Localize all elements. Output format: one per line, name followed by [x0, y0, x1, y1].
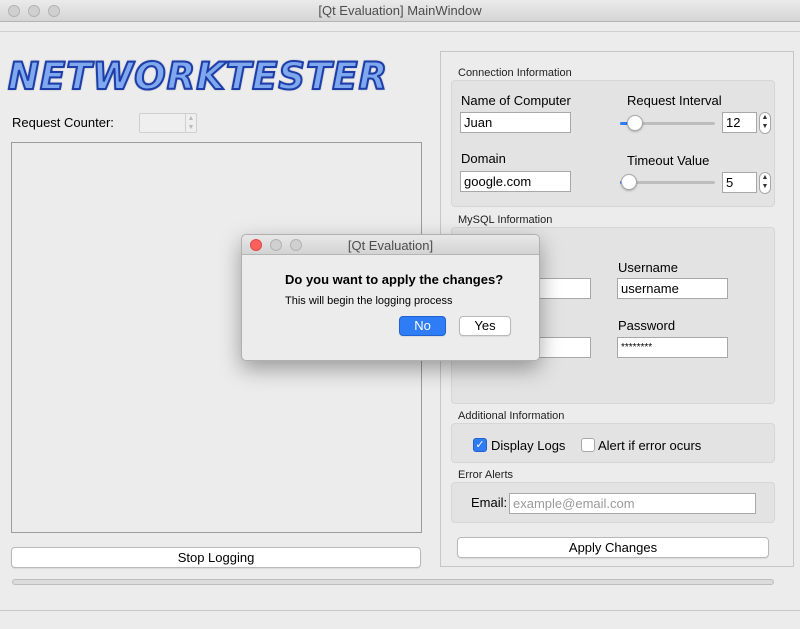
checkmark-icon: ✓: [475, 439, 485, 451]
computer-name-input[interactable]: Juan: [460, 112, 571, 133]
computer-name-label: Name of Computer: [461, 93, 571, 108]
request-counter-spinbox: ▲ ▼: [139, 113, 197, 133]
additional-section-title: Additional Information: [458, 410, 565, 422]
timeout-slider-handle[interactable]: [621, 174, 637, 190]
dialog-message: This will begin the logging process: [285, 295, 453, 307]
alert-on-error-checkbox[interactable]: [581, 438, 595, 452]
stop-logging-button[interactable]: Stop Logging: [11, 547, 421, 568]
domain-input[interactable]: google.com: [460, 171, 571, 192]
no-button[interactable]: No: [399, 316, 446, 336]
timeout-input[interactable]: 5: [722, 172, 757, 193]
display-logs-checkbox[interactable]: ✓: [473, 438, 487, 452]
username-input[interactable]: username: [617, 278, 728, 299]
confirm-dialog: [Qt Evaluation] Do you want to apply the…: [241, 234, 540, 361]
progress-bar: [12, 579, 774, 585]
window-titlebar[interactable]: [Qt Evaluation] MainWindow: [0, 0, 800, 22]
request-interval-input[interactable]: 12: [722, 112, 757, 133]
apply-changes-button[interactable]: Apply Changes: [457, 537, 769, 558]
email-input[interactable]: example@email.com: [509, 493, 756, 514]
request-interval-label: Request Interval: [627, 93, 722, 108]
domain-label: Domain: [461, 151, 506, 166]
email-label: Email:: [471, 495, 508, 510]
error-alerts-section-title: Error Alerts: [458, 469, 514, 481]
password-input[interactable]: ********: [617, 337, 728, 358]
app-logo: NETWORKTESTER: [7, 54, 389, 99]
status-bar-divider: [0, 610, 800, 611]
dialog-titlebar[interactable]: [Qt Evaluation]: [242, 235, 539, 255]
dialog-heading: Do you want to apply the changes?: [285, 272, 504, 287]
request-interval-slider-handle[interactable]: [627, 115, 643, 131]
connection-section-title: Connection Information: [458, 67, 572, 79]
spin-arrows-icon: ▲ ▼: [185, 114, 196, 132]
toolbar-strip: [0, 22, 800, 32]
window-title: [Qt Evaluation] MainWindow: [318, 3, 482, 18]
alert-on-error-label[interactable]: Alert if error ocurs: [598, 438, 701, 453]
request-counter-label: Request Counter:: [12, 115, 114, 130]
request-interval-stepper[interactable]: ▲ ▼: [759, 112, 771, 134]
display-logs-label[interactable]: Display Logs: [491, 438, 565, 453]
mysql-section-title: MySQL Information: [458, 214, 553, 226]
dialog-title: [Qt Evaluation]: [347, 238, 434, 253]
username-label: Username: [618, 260, 678, 275]
timeout-label: Timeout Value: [627, 153, 710, 168]
timeout-stepper[interactable]: ▲ ▼: [759, 172, 771, 194]
yes-button[interactable]: Yes: [459, 316, 511, 336]
password-label: Password: [618, 318, 676, 333]
